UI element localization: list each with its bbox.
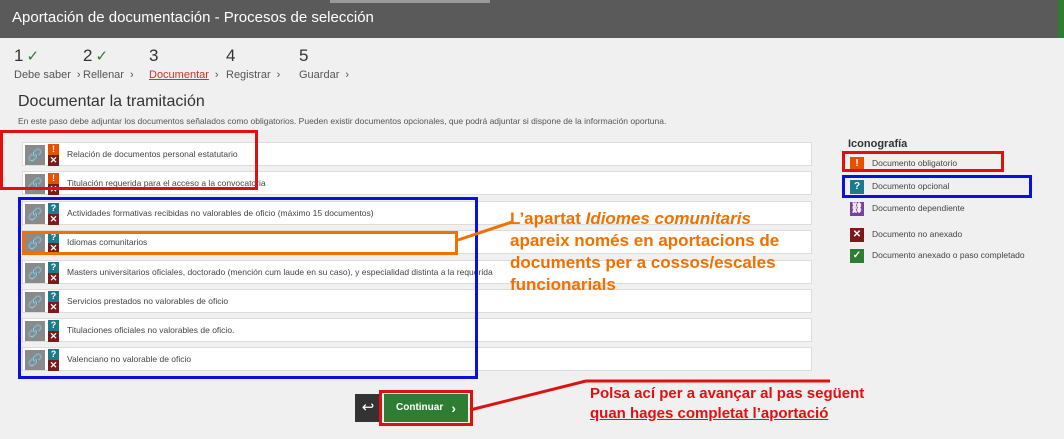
annotation-text: Polsa ací per a avançar al pas següent xyxy=(590,385,865,402)
legend-item: ✕ Documento no anexado xyxy=(848,227,1048,243)
red-connector-line xyxy=(469,379,587,412)
red-annotation: Polsa ací per a avançar al pas següent q… xyxy=(590,384,864,424)
legend-label: Documento anexado o paso completado xyxy=(872,250,1025,260)
back-button[interactable]: ↩ xyxy=(355,394,381,422)
page: Aportación de documentación - Procesos d… xyxy=(0,0,1064,439)
continue-highlight-frame xyxy=(379,390,473,426)
legend-mandatory-frame xyxy=(842,151,1004,172)
legend-label: Documento no anexado xyxy=(872,229,963,239)
dependent-icon: ⛓ xyxy=(850,202,864,216)
legend-item: ⛓ Documento dependiente xyxy=(848,201,1048,217)
annotation-text-underlined: quan hages completat l’aportació xyxy=(590,405,829,422)
orange-annotation: L’apartat Idiomes comunitaris apareix no… xyxy=(510,208,810,296)
legend-item: ✓ Documento anexado o paso completado xyxy=(848,248,1048,264)
legend-label: Documento dependiente xyxy=(872,203,965,213)
annotation-text: apareix només en aportacions de document… xyxy=(510,231,780,294)
orange-connector-line xyxy=(457,220,513,242)
legend-optional-frame xyxy=(842,175,1032,198)
check-icon: ✓ xyxy=(850,249,864,263)
annotation-text-italic: Idiomes comunitaris xyxy=(585,209,751,228)
iconography-title: Iconografía xyxy=(848,138,908,150)
annotation-text: L’apartat xyxy=(510,209,586,228)
iconography-legend: Iconografía ! Documento obligatorio ? Do… xyxy=(848,138,1058,263)
not-attached-icon: ✕ xyxy=(850,228,864,242)
